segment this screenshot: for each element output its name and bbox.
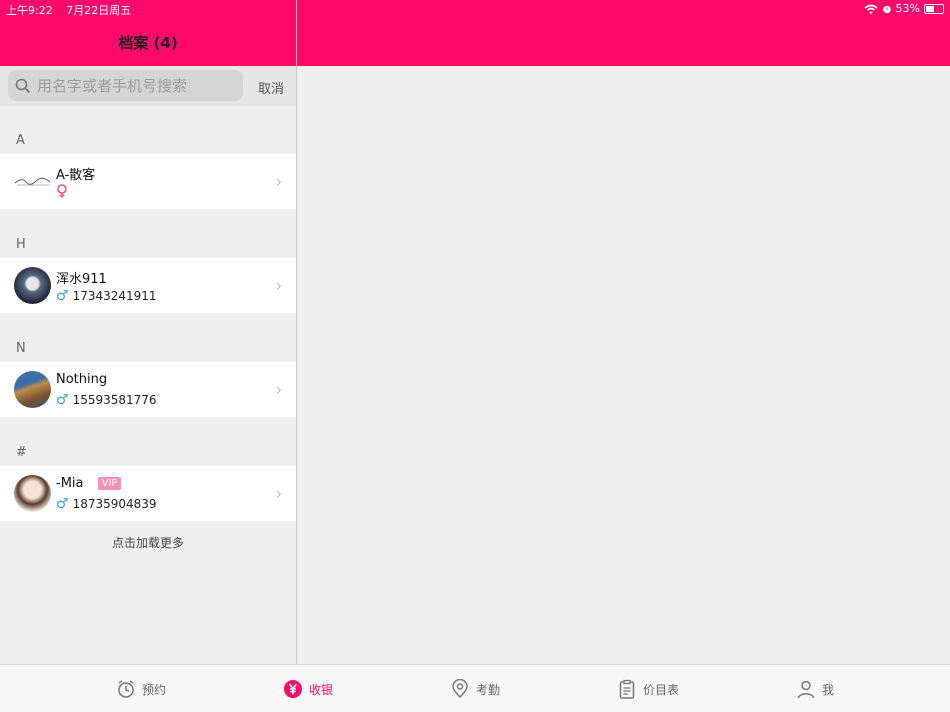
search-input[interactable]	[37, 76, 237, 95]
tab-label: 我	[822, 682, 835, 697]
tab-price-list[interactable]: 价目表	[617, 679, 679, 699]
alarm-clock-icon	[118, 680, 134, 698]
male-icon: ♂	[56, 496, 69, 512]
vip-badge: VIP	[97, 477, 122, 490]
male-icon: ♂	[56, 288, 69, 304]
customer-name: Nothing	[56, 372, 108, 387]
customer-row[interactable]: Nothing ♂ 15593581776 ›	[0, 362, 296, 417]
search-field[interactable]	[8, 70, 243, 101]
customer-name-wrap: -Mia VIP	[56, 476, 122, 491]
tab-checkout[interactable]: 收银	[283, 679, 333, 699]
battery-fill	[926, 5, 934, 12]
load-more-button[interactable]: 点击加载更多	[0, 534, 296, 551]
tab-label: 预约	[142, 682, 167, 697]
tab-appointments[interactable]: 预约	[116, 679, 166, 699]
customer-meta: ♂ 18735904839	[56, 496, 157, 512]
tab-label: 价目表	[643, 682, 680, 697]
wifi-icon	[864, 4, 878, 14]
search-icon	[15, 78, 31, 93]
customer-meta: ♂ 17343241911	[56, 288, 157, 304]
chevron-right-icon: ›	[275, 484, 282, 503]
customer-phone: 15593581776	[72, 393, 157, 407]
tab-label: 收银	[309, 682, 334, 697]
customer-meta	[56, 184, 68, 198]
chevron-right-icon: ›	[275, 276, 282, 295]
section-header-h: H	[16, 237, 26, 252]
avatar	[14, 267, 51, 304]
avatar	[14, 371, 51, 408]
female-icon	[57, 184, 67, 198]
customer-phone: 17343241911	[72, 289, 157, 303]
male-icon: ♂	[56, 392, 69, 408]
search-bar: 取消	[0, 66, 296, 106]
detail-pane	[297, 66, 950, 664]
tab-me[interactable]: 我	[796, 679, 834, 699]
avatar	[14, 475, 51, 512]
location-pin-icon	[452, 679, 468, 699]
battery-percent: 53%	[895, 2, 920, 15]
customer-row[interactable]: -Mia VIP ♂ 18735904839 ›	[0, 466, 296, 521]
section-header-n: N	[16, 341, 26, 356]
customer-phone: 18735904839	[72, 497, 157, 511]
brand-logo-icon	[14, 177, 51, 186]
header-bar: 上午9:22 7月22日周五 53% 档案 (4)	[0, 0, 950, 66]
customer-list-pane: 取消 A A-散客 › H 浑水911 ♂ 17343241911 › N No…	[0, 66, 296, 664]
customer-name: -Mia	[56, 476, 84, 491]
person-icon	[797, 680, 815, 699]
cancel-button[interactable]: 取消	[258, 78, 284, 97]
customer-name: A-散客	[56, 168, 96, 183]
chevron-right-icon: ›	[275, 172, 282, 191]
tab-bar: 预约 收银 考勤 价目表 我	[0, 664, 950, 712]
status-bar-right: 53%	[864, 2, 944, 15]
customer-row[interactable]: A-散客 ›	[0, 154, 296, 209]
yen-circle-icon	[284, 680, 302, 698]
alarm-icon	[882, 5, 891, 13]
page-title: 档案 (4)	[118, 34, 178, 52]
section-header-a: A	[16, 133, 25, 148]
chevron-right-icon: ›	[275, 380, 282, 399]
customer-row[interactable]: 浑水911 ♂ 17343241911 ›	[0, 258, 296, 313]
customer-meta: ♂ 15593581776	[56, 392, 157, 408]
status-time: 上午9:22	[6, 4, 53, 17]
status-date: 7月22日周五	[66, 4, 132, 17]
status-bar-left: 上午9:22 7月22日周五	[6, 2, 141, 18]
section-header-hash: #	[16, 445, 27, 460]
battery-icon	[924, 3, 944, 14]
tab-label: 考勤	[476, 682, 501, 697]
tab-attendance[interactable]: 考勤	[450, 679, 500, 699]
clipboard-icon	[619, 679, 635, 699]
avatar	[14, 163, 51, 200]
customer-name: 浑水911	[56, 272, 107, 287]
